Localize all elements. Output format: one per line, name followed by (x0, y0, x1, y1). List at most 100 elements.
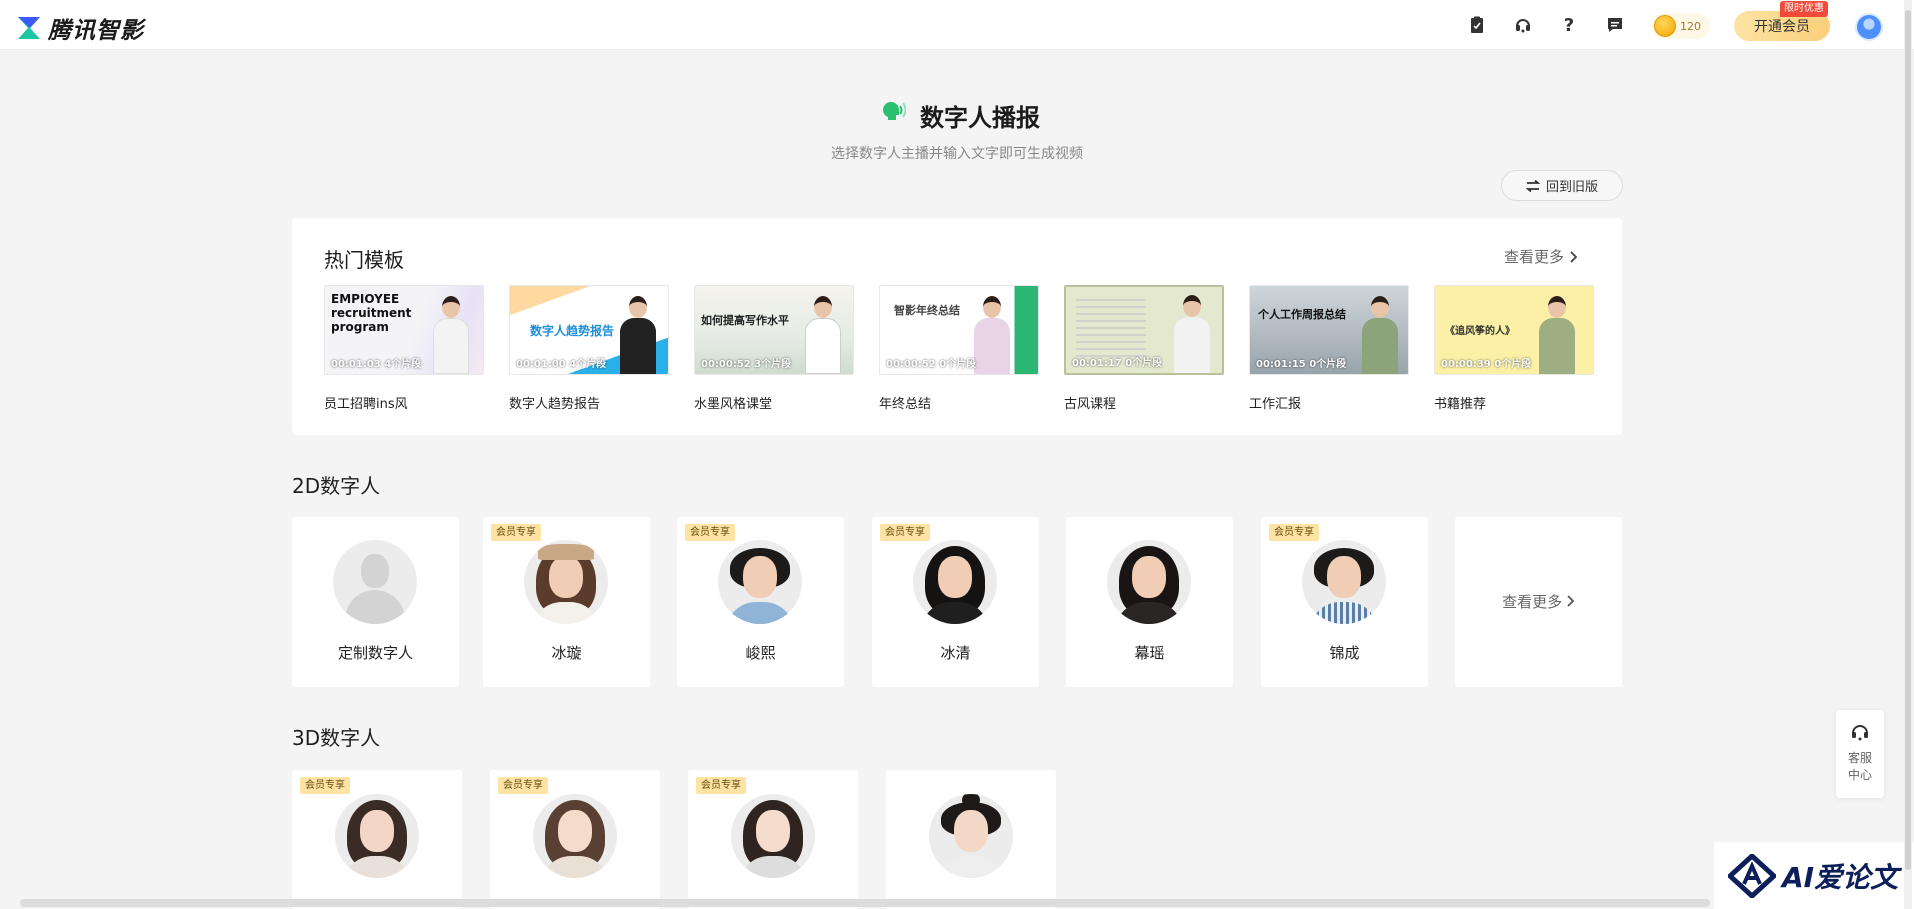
limited-offer-badge: 限时优惠 (1780, 1, 1828, 17)
watermark-text: AI爱论文 (1782, 860, 1899, 894)
back-to-old-version-button[interactable]: 回到旧版 (1501, 170, 1623, 201)
digital-human-name: 锦成 (1329, 644, 1360, 662)
digital-human-3d-card[interactable]: 会员专享 (292, 770, 462, 909)
hot-more-label: 查看更多 (1504, 248, 1565, 266)
app-name: 腾讯智影 (48, 18, 144, 44)
back-to-old-version-label: 回到旧版 (1545, 179, 1598, 194)
digital-human-name: 定制数字人 (337, 644, 413, 662)
logo-icon (18, 17, 40, 39)
template-card[interactable]: 《追风筝的人》 00:00:39 0个片段 书籍推荐 (1434, 285, 1594, 412)
page-title: 数字人播报 (920, 104, 1040, 132)
horizontal-scrollbar[interactable] (20, 899, 1710, 907)
template-name: 书籍推荐 (1434, 397, 1487, 412)
watermark-logo-icon (1728, 853, 1776, 898)
template-card[interactable]: 数字人趋势报告 00:01:00 4个片段 数字人趋势报告 (509, 285, 669, 412)
template-duration: 00:01:03 4个片段 (331, 359, 422, 370)
digital-human-name: 峻熙 (745, 644, 776, 662)
template-card[interactable]: 个人工作周报总结 00:01:15 0个片段 工作汇报 (1249, 285, 1409, 412)
digital-human-name: 幕瑶 (1134, 644, 1165, 662)
chevron-right-icon (1570, 250, 1578, 263)
template-duration: 00:00:52 3个片段 (701, 359, 792, 370)
template-duration: 00:01:00 4个片段 (516, 359, 607, 370)
vip-only-badge: 会员专享 (498, 777, 548, 794)
vip-only-badge: 会员专享 (685, 524, 735, 541)
section-3d-title: 3D数字人 (292, 726, 381, 750)
template-name: 工作汇报 (1249, 397, 1302, 412)
template-name: 年终总结 (879, 397, 932, 412)
template-duration: 00:01:15 0个片段 (1256, 359, 1347, 370)
template-name: 古风课程 (1064, 397, 1117, 412)
template-name: 数字人趋势报告 (509, 397, 601, 412)
hot-templates-title: 热门模板 (324, 248, 404, 272)
digital-human-3d-portrait (731, 794, 815, 878)
vip-only-badge: 会员专享 (880, 524, 930, 541)
headset-icon (1852, 725, 1868, 741)
coin-count: 120 (1680, 19, 1701, 33)
digital-human-3d-portrait (533, 794, 617, 878)
vip-only-badge: 会员专享 (300, 777, 350, 794)
template-thumb-text: 智影年终总结 (894, 304, 960, 317)
swap-icon (1525, 179, 1540, 192)
digital-human-portrait (524, 540, 608, 624)
digital-human-3d-card[interactable]: 会员专享 (688, 770, 858, 909)
template-thumb-text: 《追风筝的人》 (1445, 326, 1515, 337)
digital-human-card[interactable]: 幕瑶 (1066, 517, 1233, 687)
template-thumbnail: 00:01:17 0个片段 (1064, 285, 1224, 375)
digital-human-portrait (1302, 540, 1386, 624)
template-card[interactable]: EMPIOYEE recruitment program 00:01:03 4个… (324, 285, 484, 412)
digital-human-portrait (913, 540, 997, 624)
template-card[interactable]: 00:01:17 0个片段 古风课程 (1064, 285, 1224, 412)
customer-service-label: 客服中心 (1847, 751, 1872, 782)
template-thumbnail: 《追风筝的人》 00:00:39 0个片段 (1434, 285, 1594, 375)
digital-human-card[interactable]: 会员专享 锦成 (1261, 517, 1428, 687)
template-card[interactable]: 智影年终总结 00:00:52 0个片段 年终总结 (879, 285, 1039, 412)
template-duration: 00:01:17 0个片段 (1072, 358, 1163, 369)
top-bar: 腾讯智影 ? 120 开通会员 限时优惠 (0, 0, 1914, 50)
digital-human-portrait (718, 540, 802, 624)
help-icon[interactable]: ? (1557, 13, 1581, 37)
watermark: AI爱论文 (1714, 842, 1914, 909)
digital-human-more-card[interactable]: 查看更多 (1455, 517, 1622, 687)
digital-human-3d-portrait (929, 794, 1013, 878)
digital-human-card[interactable]: 会员专享 冰清 (872, 517, 1039, 687)
app-logo[interactable]: 腾讯智影 (16, 11, 144, 45)
user-avatar[interactable] (1855, 13, 1883, 41)
hot-templates-panel: 热门模板 查看更多 EMPIOYEE recruitment program 0… (292, 218, 1622, 435)
digital-human-more-label: 查看更多 (1502, 593, 1563, 611)
vertical-scrollbar[interactable] (1905, 10, 1911, 870)
headset-icon[interactable] (1511, 13, 1535, 37)
template-thumb-text: EMPIOYEE recruitment program (331, 292, 412, 334)
chevron-right-icon (1567, 595, 1575, 607)
section-2d-title: 2D数字人 (292, 474, 381, 498)
vip-only-badge: 会员专享 (1269, 524, 1319, 541)
hot-more-link[interactable]: 查看更多 (1504, 246, 1578, 267)
template-thumbnail: 数字人趋势报告 00:01:00 4个片段 (509, 285, 669, 375)
template-thumbnail: 个人工作周报总结 00:01:15 0个片段 (1249, 285, 1409, 375)
template-text-lines (1076, 299, 1146, 359)
avatar-placeholder-icon (333, 540, 417, 624)
digital-human-card[interactable]: 会员专享 峻熙 (677, 517, 844, 687)
customer-service-button[interactable]: 客服中心 (1836, 710, 1884, 798)
digital-human-icon (883, 102, 906, 120)
coin-balance[interactable]: 120 (1652, 13, 1710, 39)
page-subtitle: 选择数字人主播并输入文字即可生成视频 (831, 146, 1083, 162)
digital-human-3d-card[interactable]: 会员专享 (490, 770, 660, 909)
digital-human-more-link[interactable]: 查看更多 (1455, 591, 1622, 612)
clipboard-icon[interactable] (1465, 13, 1489, 37)
message-icon[interactable] (1603, 13, 1627, 37)
digital-human-3d-card[interactable] (886, 770, 1056, 909)
coin-icon (1654, 15, 1676, 37)
template-duration: 00:00:52 0个片段 (886, 359, 977, 370)
template-thumbnail: 如何提高写作水平 00:00:52 3个片段 (694, 285, 854, 375)
template-card[interactable]: 如何提高写作水平 00:00:52 3个片段 水墨风格课堂 (694, 285, 854, 412)
template-name: 员工招聘ins风 (324, 397, 408, 412)
vip-only-badge: 会员专享 (491, 524, 541, 541)
template-thumb-text: 数字人趋势报告 (530, 324, 615, 338)
digital-human-portrait (1107, 540, 1191, 624)
digital-human-name: 冰清 (940, 644, 971, 662)
template-thumbnail: 智影年终总结 00:00:52 0个片段 (879, 285, 1039, 375)
digital-human-3d-portrait (335, 794, 419, 878)
digital-human-card[interactable]: 会员专享 冰璇 (483, 517, 650, 687)
template-thumb-text: 个人工作周报总结 (1258, 308, 1346, 321)
digital-human-card-custom[interactable]: 定制数字人 (292, 517, 459, 687)
